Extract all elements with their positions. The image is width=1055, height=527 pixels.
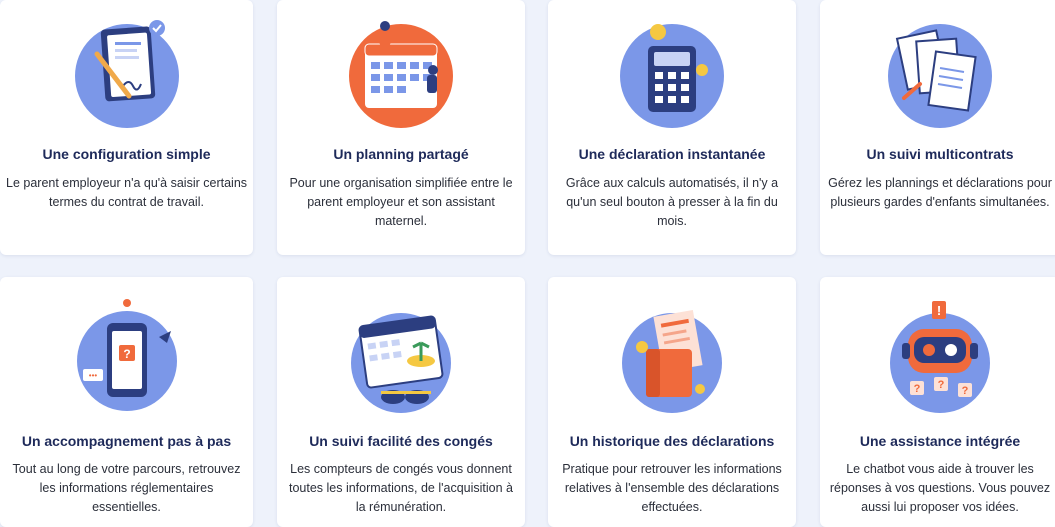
feature-description: Pratique pour retrouver les informations… <box>562 462 782 514</box>
feature-card-planning: Un planning partagé Pour une organisatio… <box>277 0 525 255</box>
vacation-calendar-icon <box>351 313 451 413</box>
shared-calendar-icon <box>349 21 453 128</box>
feature-description: Les compteurs de congés vous donnent tou… <box>288 462 514 514</box>
feature-title: Un accompagnement pas à pas <box>21 433 232 449</box>
feature-description: Grâce aux calculs automatisés, il n'y a … <box>565 176 779 228</box>
feature-card-multicontrats: Un suivi multicontrats Gérez les plannin… <box>820 0 1055 255</box>
feature-description: Tout au long de votre parcours, retrouve… <box>12 462 241 514</box>
feature-description: Pour une organisation simplifiée entre l… <box>289 176 513 228</box>
feature-title: Un historique des déclarations <box>569 433 775 449</box>
svg-text:?: ? <box>914 383 921 395</box>
feature-title: Une déclaration instantanée <box>578 146 766 162</box>
svg-text:•••: ••• <box>88 371 97 380</box>
svg-text:?: ? <box>962 385 969 397</box>
feature-card-historique: Un historique des déclarations Pratique … <box>548 277 796 527</box>
feature-title: Un suivi multicontrats <box>866 146 1014 162</box>
phone-question-icon: ? ••• <box>76 299 177 411</box>
calculator-icon <box>620 24 724 128</box>
feature-title: Une assistance intégrée <box>859 433 1021 449</box>
feature-card-configuration: Une configuration simple Le parent emplo… <box>0 0 253 255</box>
svg-text:!: ! <box>937 303 941 318</box>
feature-card-assistance: ! ? ? ? Une assistance intégrée Le chatb… <box>820 277 1055 527</box>
feature-title: Un planning partagé <box>333 146 469 162</box>
feature-description: Gérez les plannings et déclarations pour… <box>828 176 1052 209</box>
svg-text:?: ? <box>123 347 130 361</box>
contract-signature-icon <box>74 20 179 128</box>
feature-card-accompagnement: ? ••• Un accompagnement pas à pas Tout a… <box>0 277 253 527</box>
chatbot-icon: ! ? ? ? <box>890 301 990 413</box>
history-folder-icon <box>622 309 722 413</box>
feature-card-conges: Un suivi facilité des congés Les compteu… <box>277 277 525 527</box>
documents-stack-icon <box>888 24 992 128</box>
feature-title: Un suivi facilité des congés <box>309 433 493 449</box>
svg-text:?: ? <box>938 379 945 391</box>
feature-description: Le parent employeur n'a qu'à saisir cert… <box>6 176 248 209</box>
feature-card-declaration: Une déclaration instantanée Grâce aux ca… <box>548 0 796 255</box>
feature-title: Une configuration simple <box>42 146 211 162</box>
feature-description: Le chatbot vous aide à trouver les répon… <box>829 462 1051 514</box>
